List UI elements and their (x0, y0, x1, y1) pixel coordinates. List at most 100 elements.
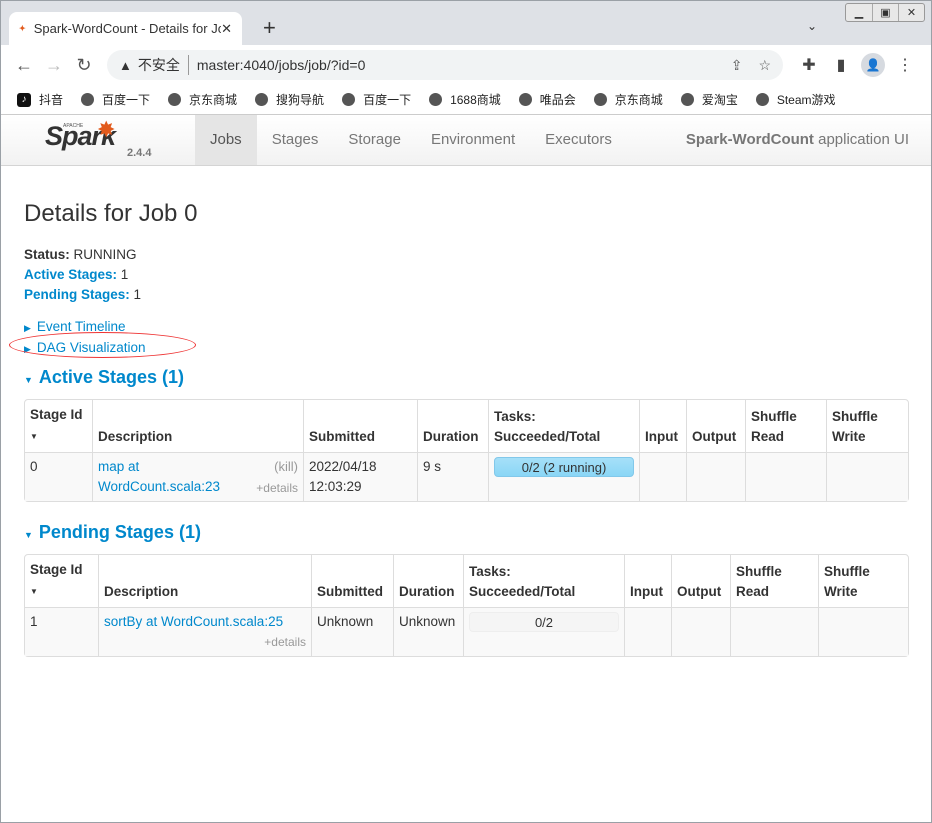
nav-tab-storage[interactable]: Storage (333, 115, 416, 165)
tab-title: Spark-WordCount - Details for Job 0 (33, 21, 221, 36)
description-cell: sortBy at WordCount.scala:25 +details (98, 607, 311, 656)
page-title: Details for Job 0 (24, 200, 198, 227)
column-header: Shuffle Write (818, 555, 908, 607)
bookmark-item[interactable]: 搜狗导航 (255, 91, 324, 108)
spark-logo[interactable]: APACHE Spark ✸ 2.4.4 (45, 117, 151, 159)
triangle-down-icon: ▼ (24, 530, 33, 540)
output (686, 452, 745, 501)
maximize-button[interactable]: ▣ (872, 4, 898, 21)
new-tab-button[interactable]: + (263, 15, 276, 41)
window-controls: ▁ ▣ ✕ (845, 3, 925, 22)
job-summary: Status: RUNNING Active Stages: 1 Pending… (24, 245, 908, 305)
shuffle-write (818, 607, 908, 656)
minimize-button[interactable]: ▁ (846, 4, 872, 21)
url-text[interactable]: master:4040/jobs/job/?id=0 (197, 57, 715, 73)
stage-id: 0 (25, 452, 92, 501)
spark-version: 2.4.4 (127, 147, 152, 159)
nav-tabs: Jobs Stages Storage Environment Executors (195, 115, 627, 165)
column-header: Tasks: Succeeded/Total (463, 555, 624, 607)
column-header: Description (98, 555, 311, 607)
main-content: Details for Job 0 Status: RUNNING Active… (1, 200, 931, 657)
kill-link[interactable]: (kill) (274, 457, 298, 477)
back-icon[interactable]: ← (9, 55, 39, 76)
column-header: Input (639, 400, 686, 452)
submitted-time: Unknown (311, 607, 393, 656)
column-header: Duration (417, 400, 488, 452)
column-header[interactable]: Stage Id ▼ (25, 400, 92, 452)
forward-icon[interactable]: → (39, 55, 69, 76)
bookmark-item[interactable]: 爱淘宝 (680, 91, 738, 108)
side-panel-icon[interactable]: ▮ (825, 55, 857, 75)
column-header: Submitted (303, 400, 417, 452)
submitted-time: 2022/04/18 12:03:29 (303, 452, 417, 501)
bookmark-item[interactable]: 百度一下 (81, 91, 150, 108)
nav-tab-jobs[interactable]: Jobs (195, 115, 257, 165)
table-row: 1 sortBy at WordCount.scala:25 +details … (25, 607, 908, 656)
column-header: Shuffle Read (745, 400, 826, 452)
column-header[interactable]: Stage Id ▼ (25, 555, 98, 607)
bookmark-item[interactable]: ♪ 抖音 (17, 91, 63, 108)
globe-icon (680, 93, 694, 106)
reload-icon[interactable]: ↻ (69, 55, 99, 76)
pending-stages-table: Stage Id ▼ Description Submitted Duration Ta… (24, 554, 909, 657)
tab-strip: ✦ Spark-WordCount - Details for Job 0 ✕ … (1, 1, 931, 45)
description-cell: map at WordCount.scala:23 (kill) +detail… (92, 452, 303, 501)
menu-icon[interactable]: ⋮ (889, 55, 921, 75)
table-row: 0 map at WordCount.scala:23 (kill) +deta… (25, 452, 908, 501)
shuffle-read (730, 607, 818, 656)
column-header: Shuffle Read (730, 555, 818, 607)
bookmark-item[interactable]: 唯品会 (518, 91, 576, 108)
close-window-button[interactable]: ✕ (898, 4, 924, 21)
insecure-label[interactable]: 不安全 (138, 55, 189, 75)
active-stages-link[interactable]: Active Stages: 1 (24, 265, 908, 285)
browser-tab[interactable]: ✦ Spark-WordCount - Details for Job 0 ✕ (9, 12, 242, 45)
active-stages-heading[interactable]: ▼ Active Stages (1) (24, 367, 908, 388)
triangle-down-icon: ▼ (24, 375, 33, 385)
globe-icon (342, 93, 356, 106)
globe-icon (755, 93, 769, 106)
column-header: Description (92, 400, 303, 452)
sort-desc-icon[interactable]: ▼ (30, 432, 38, 441)
tasks-cell: 0/2 (2 running) (488, 452, 639, 501)
bookmark-item[interactable]: 1688商城 (429, 91, 501, 108)
details-toggle[interactable]: +details (104, 632, 306, 652)
spark-navbar: APACHE Spark ✸ 2.4.4 Jobs Stages Storage En… (1, 115, 931, 166)
share-icon[interactable]: ⇪ (731, 57, 743, 74)
column-header: Tasks: Succeeded/Total (488, 400, 639, 452)
nav-tab-environment[interactable]: Environment (416, 115, 530, 165)
stage-description-link[interactable]: sortBy at WordCount.scala:25 (104, 612, 306, 632)
extensions-icon[interactable]: ✚ (793, 55, 825, 75)
bookmark-item[interactable]: 百度一下 (342, 91, 411, 108)
tab-search-chevron-icon[interactable]: ⌄ (807, 19, 817, 33)
profile-avatar[interactable]: 👤 (857, 53, 889, 77)
bookmark-item[interactable]: Steam游戏 (755, 91, 836, 108)
status-label: Status: (24, 247, 70, 262)
column-header: Output (686, 400, 745, 452)
pending-stages-link[interactable]: Pending Stages: 1 (24, 285, 908, 305)
star-icon[interactable]: ☆ (758, 57, 771, 74)
column-header: Shuffle Write (826, 400, 908, 452)
address-bar[interactable]: ▲ 不安全 master:4040/jobs/job/?id=0 ⇪ ☆ (107, 50, 783, 80)
bookmark-item[interactable]: 京东商城 (593, 91, 663, 108)
output (671, 607, 730, 656)
nav-tab-executors[interactable]: Executors (530, 115, 627, 165)
tasks-progress-bar: 0/2 (469, 612, 619, 632)
shuffle-write (826, 452, 908, 501)
input (624, 607, 671, 656)
globe-icon (518, 93, 532, 106)
pending-stages-heading[interactable]: ▼ Pending Stages (1) (24, 522, 908, 543)
spark-favicon-icon: ✦ (19, 24, 26, 33)
nav-tab-stages[interactable]: Stages (257, 115, 334, 165)
warning-icon: ▲ (119, 57, 132, 73)
triangle-right-icon: ▶ (24, 323, 31, 333)
sort-desc-icon[interactable]: ▼ (30, 587, 38, 596)
globe-icon (429, 93, 443, 106)
globe-icon (81, 93, 95, 106)
details-toggle[interactable]: +details (256, 478, 298, 498)
globe-icon (255, 93, 269, 106)
bookmark-item[interactable]: 京东商城 (168, 91, 237, 108)
stage-description-link[interactable]: map at WordCount.scala:23 (98, 457, 233, 497)
close-tab-icon[interactable]: ✕ (221, 21, 232, 37)
browser-toolbar: ← → ↻ ▲ 不安全 master:4040/jobs/job/?id=0 ⇪… (1, 45, 931, 85)
tiktok-icon: ♪ (17, 92, 31, 107)
